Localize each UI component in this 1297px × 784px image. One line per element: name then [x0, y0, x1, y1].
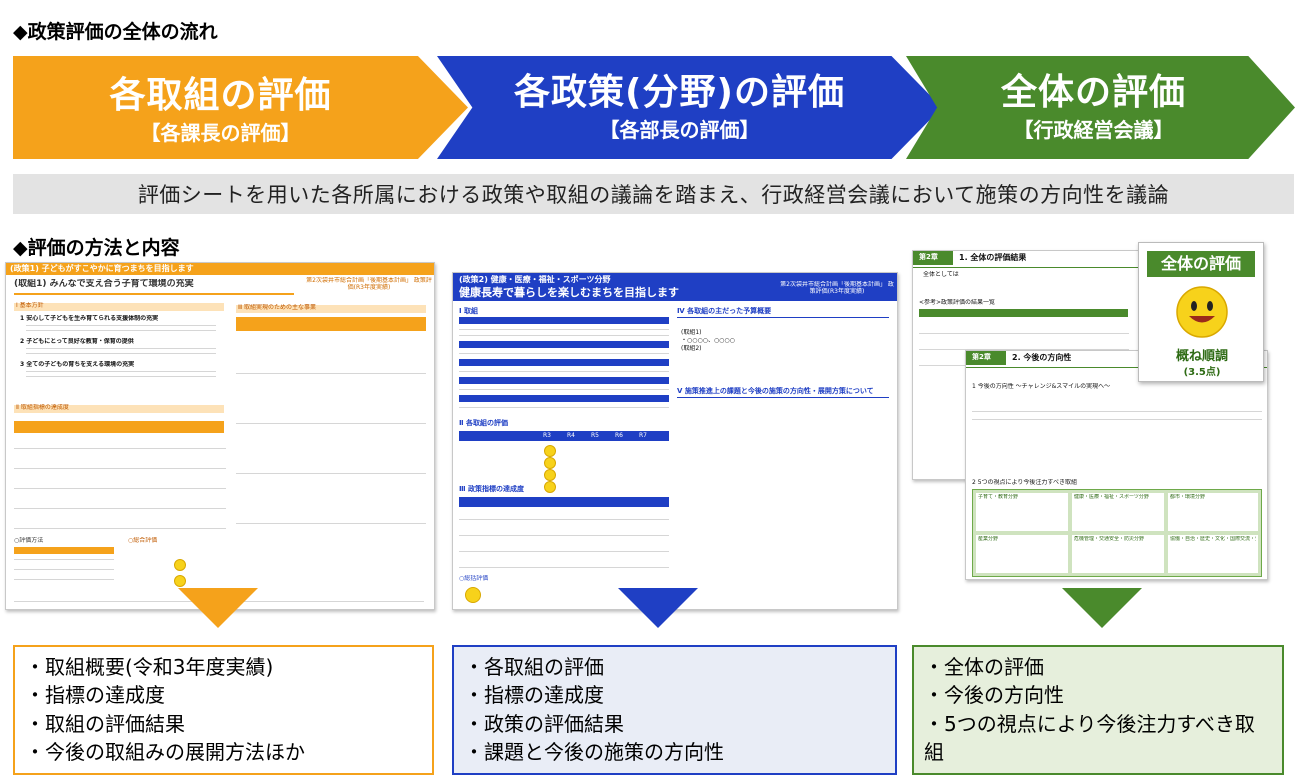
smile-icon — [174, 575, 186, 587]
sheet-sample-line: ・○○○○、○○○○ — [681, 337, 735, 344]
policy-evaluation-sheet: (政策2) 健康・医療・福祉・スポーツ分野 健康長寿で暮らしを楽しむまちを目指し… — [452, 272, 898, 610]
list-item: ・指標の達成度 — [25, 683, 165, 708]
sheet-subsection: 2 5つの視点により今後注力すべき取組 — [972, 479, 1078, 486]
year-label: R4 — [567, 432, 575, 439]
down-arrow-icon — [1062, 588, 1142, 628]
chapter-tag: 第2章 — [919, 253, 938, 261]
smile-icon — [544, 445, 556, 457]
list-item: ・全体の評価 — [924, 655, 1044, 679]
stage-title: 各取組の評価 — [109, 75, 332, 117]
list-item: ・取組の評価結果 — [25, 711, 185, 736]
sheet-overall-eval: ○総合評価 — [128, 537, 158, 544]
card-score: (3.5点) — [1183, 367, 1221, 378]
year-label: R5 — [591, 432, 599, 439]
list-item: ・指標の達成度 — [464, 683, 604, 708]
stage-subtitle: 【各課長の評価】 — [140, 120, 301, 145]
list-item: ・課題と今後の施策の方向性 — [464, 740, 724, 765]
sheet-item: 3 全ての子どもの育ちを支える環境の充実 — [20, 361, 135, 368]
stage-subtitle: 【行政経営会議】 — [1013, 117, 1174, 142]
sheet-text: 全体としては — [923, 271, 959, 278]
summary-banner: 評価シートを用いた各所属における政策や取組の議論を踏まえ、行政経営会議において施… — [13, 174, 1294, 214]
sheet-section-initiatives: Ⅰ 取組 — [459, 307, 479, 315]
list-item: ・今後の方向性 — [924, 683, 1064, 708]
stage-arrow-initiatives: 各取組の評価 【各課長の評価】 — [13, 56, 468, 159]
viewpoint-label: 危機管理・交通安全・防災分野 — [1074, 536, 1145, 542]
sheet-section-future: 2. 今後の方向性 — [1012, 353, 1072, 362]
initiative-evaluation-sheet: (政策1) 子どもがすこやかに育つまちを目指します 第2次袋井市総合計画「後期基… — [5, 262, 435, 610]
viewpoint-label: 健康・医療・福祉・スポーツ分野 — [1074, 494, 1149, 500]
stage-arrow-overall: 全体の評価 【行政経営会議】 — [906, 56, 1295, 159]
sheet-reference: <参考>政策評価の結果一覧 — [919, 299, 996, 306]
sheet-plan-label: 第2次袋井市総合計画「後期基本計画」 政策評価(R3年度実績) — [306, 277, 432, 292]
list-item: ・今後の取組みの展開方法ほか — [25, 740, 305, 765]
chapter-tag: 第2章 — [972, 353, 991, 361]
sheet-section-overall-result: 1. 全体の評価結果 — [959, 253, 1027, 262]
policy-content-box: ・各取組の評価 ・指標の達成度 ・政策の評価結果 ・課題と今後の施策の方向性 — [452, 645, 897, 775]
stage-title: 各政策(分野)の評価 — [514, 72, 845, 114]
sheet-plan-label: 第2次袋井市総合計画「後期基本計画」 政策評価(R3年度実績) — [780, 281, 894, 296]
list-item: ・5つの視点により今後注力すべき取組 — [924, 711, 1255, 765]
stage-arrow-policies: 各政策(分野)の評価 【各部長の評価】 — [437, 56, 942, 159]
smile-icon — [544, 481, 556, 493]
initiative-content-box: ・取組概要(令和3年度実績) ・指標の達成度 ・取組の評価結果 ・今後の取組みの… — [13, 645, 434, 775]
sheet-section-initiative-eval: Ⅱ 各取組の評価 — [459, 419, 509, 427]
viewpoint-label: 都市・環境分野 — [1170, 494, 1206, 500]
viewpoint-label: 子育て・教育分野 — [978, 494, 1019, 500]
viewpoint-label: 協働・自治・歴史・文化・国際交流・生涯学習 — [1170, 536, 1256, 542]
list-item: ・取組概要(令和3年度実績) — [25, 655, 274, 679]
sheet-section-basic: Ⅰ 基本方針 — [16, 302, 44, 309]
overall-content-box: ・全体の評価 ・今後の方向性 ・5つの視点により今後注力すべき取組 — [912, 645, 1284, 775]
down-arrow-icon — [178, 588, 258, 628]
sheet-sample-line: (取組2) — [681, 345, 702, 352]
sheet-section-budget: Ⅳ 各取組の主だった予算概要 — [677, 307, 772, 315]
section-heading-flow: ◆政策評価の全体の流れ — [13, 21, 218, 43]
smile-icon — [465, 587, 481, 603]
list-item: ・政策の評価結果 — [464, 711, 624, 736]
future-direction-sheet: 第2章 2. 今後の方向性 1 今後の方向性 〜チャレンジ&スマイルの実現へ〜 … — [965, 350, 1268, 580]
sheet-item: 2 子どもにとって良好な教育・保育の提供 — [20, 338, 134, 345]
sheet-eval-method: ○評価方法 — [14, 537, 44, 544]
sheet-title: (取組1) みんなで支え合う子育て環境の充実 — [14, 279, 194, 289]
year-label: R3 — [543, 432, 551, 439]
sheet-summary-eval: ○総括評価 — [459, 575, 489, 582]
sheet-subsection: 1 今後の方向性 〜チャレンジ&スマイルの実現へ〜 — [972, 383, 1111, 390]
sheet-section-indicators: Ⅱ 取組指標の達成度 — [16, 404, 69, 411]
section-heading-method: ◆評価の方法と内容 — [13, 237, 180, 259]
sheet-title: 健康長寿で暮らしを楽しむまちを目指します — [459, 286, 679, 299]
stage-subtitle: 【各部長の評価】 — [599, 117, 760, 142]
sheet-policy: (政策2) 健康・医療・福祉・スポーツ分野 — [459, 275, 611, 284]
sheet-sample-line: (取組1) — [681, 329, 702, 336]
year-label: R7 — [639, 432, 647, 439]
sheet-policy: (政策1) 子どもがすこやかに育つまちを目指します — [10, 264, 194, 273]
list-item: ・各取組の評価 — [464, 655, 604, 679]
smile-face-icon — [1176, 286, 1228, 338]
smile-icon — [544, 469, 556, 481]
stage-title: 全体の評価 — [1000, 72, 1186, 114]
smile-icon — [174, 559, 186, 571]
overall-evaluation-card: 全体の評価 概ね順調 (3.5点) — [1138, 242, 1264, 382]
card-title: 全体の評価 — [1147, 251, 1255, 277]
smile-icon — [544, 457, 556, 469]
sheet-item: 1 安心して子どもを生み育てられる支援体制の充実 — [20, 315, 159, 322]
viewpoint-label: 産業分野 — [978, 536, 999, 542]
card-result-label: 概ね順調 — [1175, 349, 1228, 364]
sheet-section-direction: Ⅴ 施策推進上の課題と今後の施策の方向性・展開方策について — [677, 387, 874, 395]
down-arrow-icon — [618, 588, 698, 628]
year-label: R6 — [615, 432, 623, 439]
sheet-section-projects: Ⅲ 取組実現のための主な事業 — [238, 304, 317, 311]
sheet-section-policy-indicators: Ⅲ 政策指標の達成度 — [459, 485, 525, 493]
